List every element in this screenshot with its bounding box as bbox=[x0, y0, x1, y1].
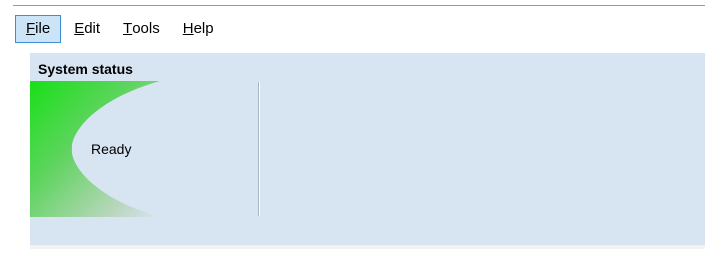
menu-edit[interactable]: Edit bbox=[64, 15, 110, 43]
menu-file-label: ile bbox=[35, 20, 51, 37]
vertical-separator bbox=[258, 82, 260, 216]
status-label: Ready bbox=[91, 141, 132, 157]
group-title: System status bbox=[38, 61, 133, 77]
menu-bar: File Edit Tools Help bbox=[15, 13, 705, 45]
bottom-strip bbox=[30, 245, 705, 249]
menu-file[interactable]: File bbox=[15, 15, 62, 43]
menu-file-mnemonic: F bbox=[26, 20, 36, 37]
menu-help-mnemonic: H bbox=[182, 20, 194, 37]
menu-edit-label: dit bbox=[84, 20, 101, 37]
menu-tools-label: ools bbox=[132, 20, 160, 37]
menu-help[interactable]: Help bbox=[173, 15, 224, 43]
system-status-panel: System status Ready bbox=[30, 53, 705, 245]
menu-tools[interactable]: Tools bbox=[113, 15, 170, 43]
menu-help-label: elp bbox=[193, 20, 214, 37]
window-top-border bbox=[13, 5, 705, 6]
app-window: File Edit Tools Help System status Ready bbox=[0, 0, 705, 265]
menu-edit-mnemonic: E bbox=[74, 20, 85, 37]
menu-tools-mnemonic: T bbox=[123, 20, 133, 37]
